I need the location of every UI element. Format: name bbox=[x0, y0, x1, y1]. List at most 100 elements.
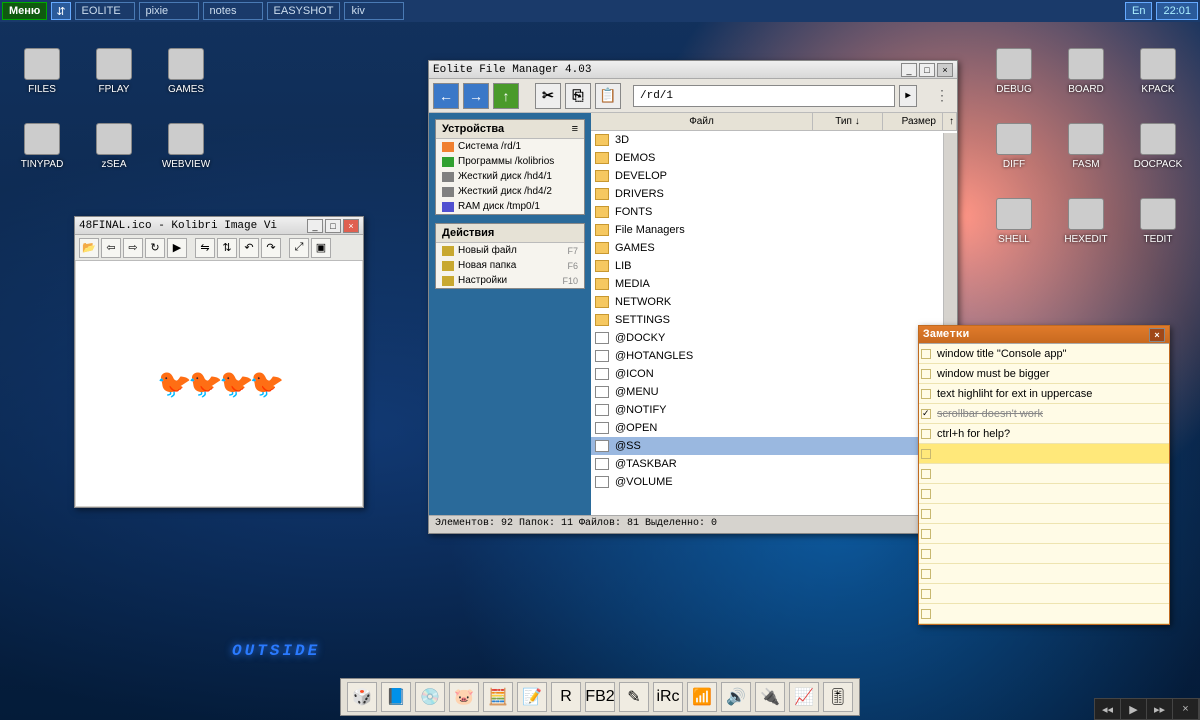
dock-item[interactable]: R bbox=[551, 682, 581, 712]
note-line[interactable]: scrollbar doesn't work bbox=[919, 404, 1169, 424]
device-item[interactable]: Программы /kolibrios bbox=[436, 154, 584, 169]
file-row[interactable]: @MENU1 K bbox=[591, 383, 957, 401]
back-button[interactable]: ← bbox=[433, 83, 459, 109]
note-line[interactable]: ctrl+h for help? bbox=[919, 424, 1169, 444]
dock-item[interactable]: 🔌 bbox=[755, 682, 785, 712]
desktop-icon[interactable]: BOARD bbox=[1060, 48, 1112, 95]
note-line[interactable] bbox=[919, 604, 1169, 624]
dock-item[interactable]: FB2 bbox=[585, 682, 615, 712]
paste-icon[interactable]: 📋 bbox=[595, 83, 621, 109]
note-line[interactable] bbox=[919, 584, 1169, 604]
file-row[interactable]: DEMOS bbox=[591, 149, 957, 167]
menu-icon[interactable]: ⋮ bbox=[931, 87, 953, 104]
zoom-icon[interactable]: ⤢ bbox=[289, 238, 309, 258]
flip-v-icon[interactable]: ⇅ bbox=[217, 238, 237, 258]
desktop-icon[interactable]: HEXEDIT bbox=[1060, 198, 1112, 245]
copy-icon[interactable]: ⎘ bbox=[565, 83, 591, 109]
language-indicator[interactable]: En bbox=[1125, 2, 1152, 20]
note-line[interactable] bbox=[919, 484, 1169, 504]
taskbar-task[interactable]: EASYSHOT bbox=[267, 2, 341, 20]
note-line[interactable] bbox=[919, 524, 1169, 544]
rotate-left-icon[interactable]: ↶ bbox=[239, 238, 259, 258]
desktop-icon[interactable]: FASM bbox=[1060, 123, 1112, 170]
action-item[interactable]: НастройкиF10 bbox=[436, 273, 584, 288]
start-menu-button[interactable]: Меню bbox=[2, 2, 47, 20]
file-row[interactable]: @VOLUME2 K bbox=[591, 473, 957, 491]
file-row[interactable]: @ICON5 K bbox=[591, 365, 957, 383]
device-item[interactable]: Жесткий диск /hd4/1 bbox=[436, 169, 584, 184]
column-sort-icon[interactable]: ↑ bbox=[943, 113, 957, 130]
desktop-icon[interactable]: DIFF bbox=[988, 123, 1040, 170]
path-input[interactable] bbox=[633, 85, 895, 107]
taskbar-task[interactable]: kiv bbox=[344, 2, 404, 20]
note-line[interactable] bbox=[919, 464, 1169, 484]
note-checkbox[interactable] bbox=[921, 489, 931, 499]
desktop-icon[interactable]: zSEA bbox=[88, 123, 140, 170]
flip-h-icon[interactable]: ⇋ bbox=[195, 238, 215, 258]
open-icon[interactable]: 📂 bbox=[79, 238, 99, 258]
desktop-icon[interactable]: SHELL bbox=[988, 198, 1040, 245]
note-checkbox[interactable] bbox=[921, 569, 931, 579]
note-checkbox[interactable] bbox=[921, 449, 931, 459]
file-row[interactable]: FONTS bbox=[591, 203, 957, 221]
forward-button[interactable]: → bbox=[463, 83, 489, 109]
dock-item[interactable]: 📝 bbox=[517, 682, 547, 712]
desktop-icon[interactable]: TEDIT bbox=[1132, 198, 1184, 245]
file-row[interactable]: LIB bbox=[591, 257, 957, 275]
next-icon[interactable]: ⇨ bbox=[123, 238, 143, 258]
note-checkbox[interactable] bbox=[921, 349, 931, 359]
dock-item[interactable]: 📶 bbox=[687, 682, 717, 712]
taskbar-task[interactable]: EOLITE bbox=[75, 2, 135, 20]
note-line[interactable]: text highliht for ext in uppercase bbox=[919, 384, 1169, 404]
prev-track-button[interactable]: ◂◂ bbox=[1095, 699, 1121, 719]
desktop-icon[interactable]: FILES bbox=[16, 48, 68, 95]
go-button[interactable]: ▸ bbox=[899, 85, 917, 107]
note-checkbox[interactable] bbox=[921, 549, 931, 559]
minimize-button[interactable]: _ bbox=[901, 63, 917, 77]
taskbar-task[interactable]: pixie bbox=[139, 2, 199, 20]
taskbar-expand-icon[interactable]: ⇵ bbox=[51, 2, 70, 20]
dock-item[interactable]: 🎚 bbox=[823, 682, 853, 712]
file-row[interactable]: @TASKBAR4 K bbox=[591, 455, 957, 473]
dock-item[interactable]: 🧮 bbox=[483, 682, 513, 712]
notes-body[interactable]: window title "Console app"window must be… bbox=[919, 344, 1169, 624]
close-button[interactable]: × bbox=[937, 63, 953, 77]
action-item[interactable]: Новый файлF7 bbox=[436, 243, 584, 258]
note-checkbox[interactable] bbox=[921, 529, 931, 539]
file-row[interactable]: File Managers bbox=[591, 221, 957, 239]
desktop-icon[interactable]: KPACK bbox=[1132, 48, 1184, 95]
note-line[interactable] bbox=[919, 444, 1169, 464]
note-checkbox[interactable] bbox=[921, 609, 931, 619]
cut-icon[interactable]: ✂ bbox=[535, 83, 561, 109]
file-row[interactable]: @OPEN2 K bbox=[591, 419, 957, 437]
rotate-right-icon[interactable]: ↷ bbox=[261, 238, 281, 258]
column-name[interactable]: Файл bbox=[591, 113, 813, 130]
prev-icon[interactable]: ⇦ bbox=[101, 238, 121, 258]
desktop-icon[interactable]: TINYPAD bbox=[16, 123, 68, 170]
desktop-icon[interactable]: FPLAY bbox=[88, 48, 140, 95]
fit-icon[interactable]: ▣ bbox=[311, 238, 331, 258]
dock-item[interactable]: ✎ bbox=[619, 682, 649, 712]
dock-item[interactable]: 🔊 bbox=[721, 682, 751, 712]
note-line[interactable] bbox=[919, 544, 1169, 564]
maximize-button[interactable]: □ bbox=[325, 219, 341, 233]
dock-item[interactable]: 🎲 bbox=[347, 682, 377, 712]
taskbar-task[interactable]: notes bbox=[203, 2, 263, 20]
file-row[interactable]: SETTINGS bbox=[591, 311, 957, 329]
note-checkbox[interactable] bbox=[921, 429, 931, 439]
note-checkbox[interactable] bbox=[921, 369, 931, 379]
note-checkbox[interactable] bbox=[921, 389, 931, 399]
file-row[interactable]: DRIVERS bbox=[591, 185, 957, 203]
desktop-icon[interactable]: DEBUG bbox=[988, 48, 1040, 95]
dock-item[interactable]: 📘 bbox=[381, 682, 411, 712]
close-button[interactable]: × bbox=[1149, 328, 1165, 342]
play-button[interactable]: ▶ bbox=[1121, 699, 1147, 719]
note-line[interactable] bbox=[919, 504, 1169, 524]
note-checkbox[interactable] bbox=[921, 469, 931, 479]
column-type[interactable]: Тип ↓ bbox=[813, 113, 883, 130]
minimize-button[interactable]: _ bbox=[307, 219, 323, 233]
note-line[interactable]: window title "Console app" bbox=[919, 344, 1169, 364]
file-row[interactable]: @DOCKY2 K bbox=[591, 329, 957, 347]
dock-item[interactable]: 📈 bbox=[789, 682, 819, 712]
file-row[interactable]: @NOTIFY1 K bbox=[591, 401, 957, 419]
